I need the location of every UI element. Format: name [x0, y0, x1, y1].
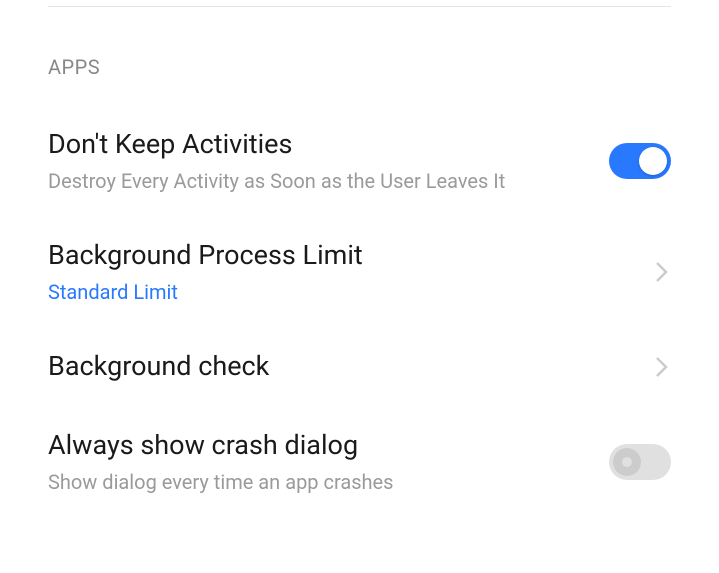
setting-text: Background check — [48, 349, 653, 384]
toggle-knob — [613, 448, 641, 476]
setting-subtitle: Show dialog every time an app crashes — [48, 469, 609, 495]
setting-title: Background Process Limit — [48, 238, 653, 273]
setting-dont-keep-activities[interactable]: Don't Keep Activities Destroy Every Acti… — [0, 105, 719, 216]
setting-value: Standard Limit — [48, 279, 653, 305]
setting-background-check[interactable]: Background check — [0, 327, 719, 406]
setting-title: Background check — [48, 349, 653, 384]
chevron-right-icon — [653, 257, 671, 287]
toggle-always-show-crash-dialog[interactable] — [609, 444, 671, 480]
setting-text: Don't Keep Activities Destroy Every Acti… — [48, 127, 609, 194]
setting-title: Always show crash dialog — [48, 428, 609, 463]
toggle-knob — [639, 147, 667, 175]
setting-title: Don't Keep Activities — [48, 127, 609, 162]
settings-container: APPS Don't Keep Activities Destroy Every… — [0, 6, 719, 517]
section-header-apps: APPS — [0, 7, 719, 105]
setting-text: Always show crash dialog Show dialog eve… — [48, 428, 609, 495]
toggle-dont-keep-activities[interactable] — [609, 143, 671, 179]
setting-background-process-limit[interactable]: Background Process Limit Standard Limit — [0, 216, 719, 327]
chevron-right-icon — [653, 352, 671, 382]
setting-always-show-crash-dialog[interactable]: Always show crash dialog Show dialog eve… — [0, 406, 719, 517]
setting-subtitle: Destroy Every Activity as Soon as the Us… — [48, 168, 609, 194]
setting-text: Background Process Limit Standard Limit — [48, 238, 653, 305]
